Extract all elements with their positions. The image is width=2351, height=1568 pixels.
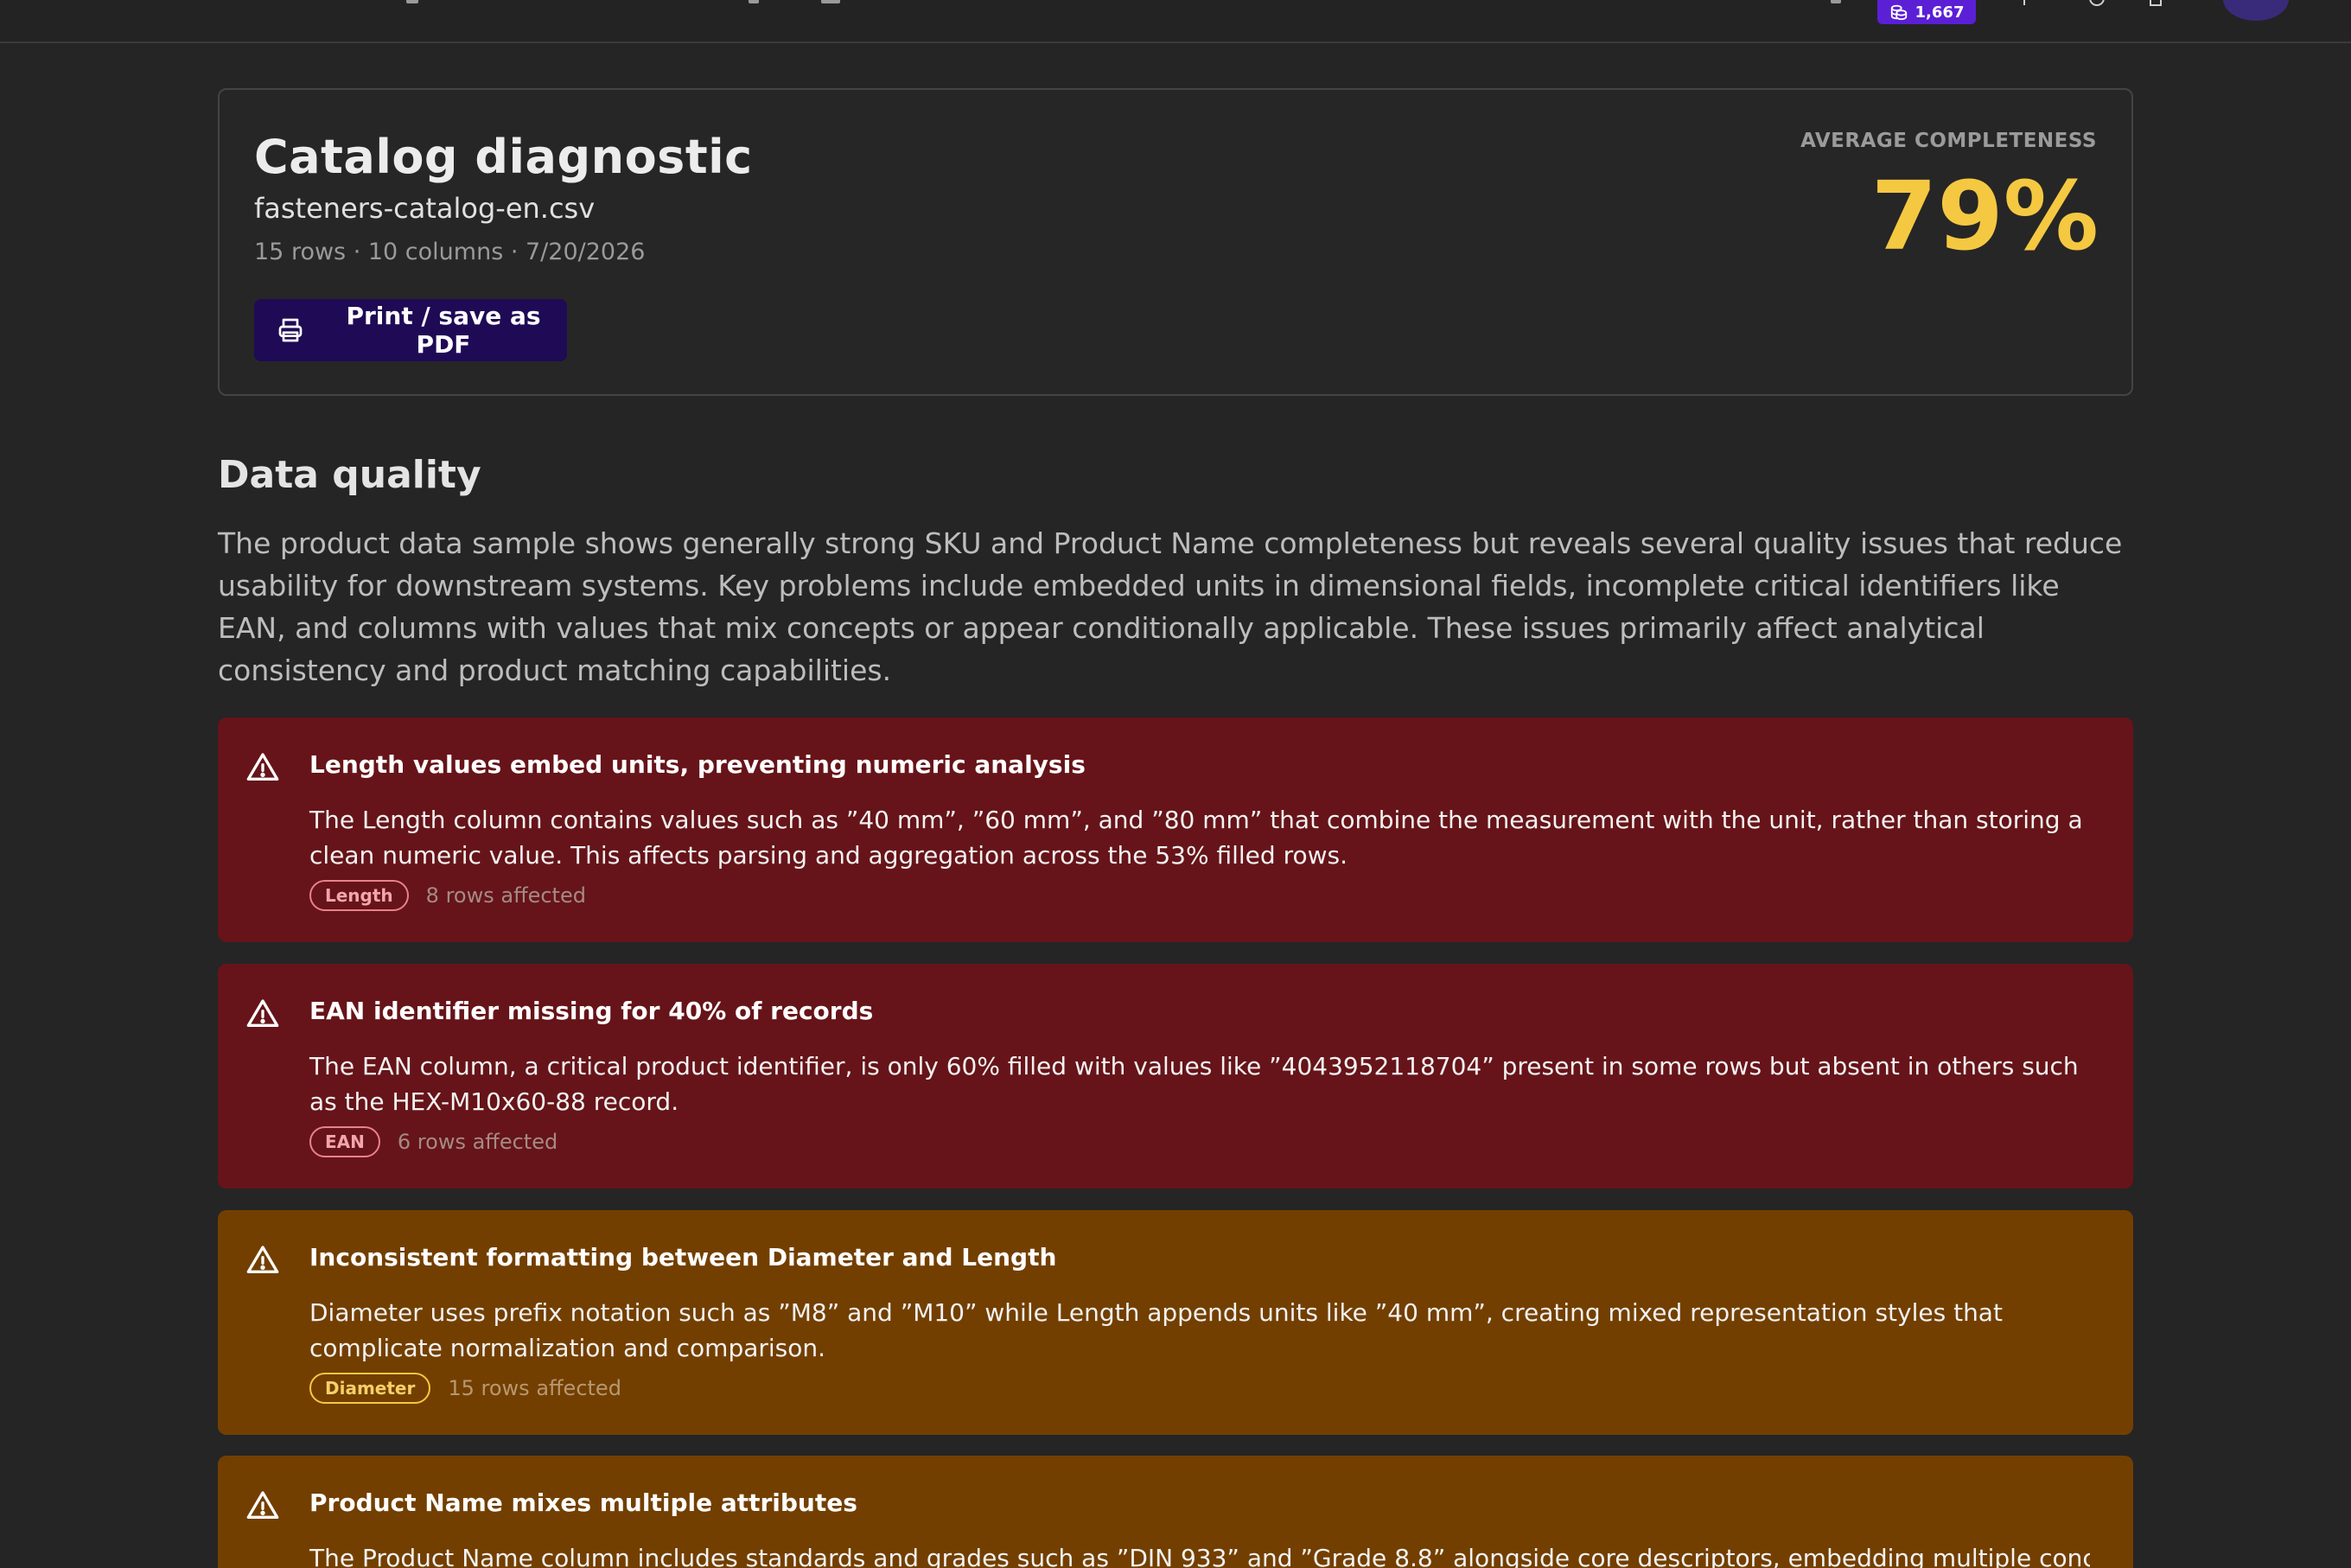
issue-title: EAN identifier missing for 40% of record…	[309, 997, 874, 1025]
column-tag[interactable]: Diameter	[309, 1373, 431, 1404]
issue-footer: EAN 6 rows affected	[309, 1126, 557, 1157]
nav-link[interactable]	[406, 0, 418, 3]
nav-link[interactable]	[1831, 0, 1841, 3]
issue-title: Product Name mixes multiple attributes	[309, 1488, 857, 1517]
top-bar: 1,667	[0, 0, 2351, 43]
rows-affected: 6 rows affected	[397, 1130, 558, 1154]
print-pdf-label: Print / save as PDF	[346, 302, 541, 359]
nav-link[interactable]	[749, 0, 759, 3]
issue-title: Length values embed units, preventing nu…	[309, 750, 1086, 779]
rows-affected: 15 rows affected	[448, 1376, 621, 1400]
rows-affected: 8 rows affected	[425, 883, 586, 908]
issue-title: Inconsistent formatting between Diameter…	[309, 1243, 1057, 1272]
print-pdf-button[interactable]: Print / save as PDF	[254, 299, 567, 361]
issue-footer: Length 8 rows affected	[309, 880, 586, 911]
report-header-card: Catalog diagnostic fasteners-catalog-en.…	[218, 88, 2133, 396]
user-avatar[interactable]	[2223, 0, 2289, 21]
warning-triangle-icon	[245, 750, 280, 785]
completeness-value: 79%	[1870, 161, 2099, 271]
column-tag[interactable]: EAN	[309, 1126, 380, 1157]
issue-footer: Diameter 15 rows affected	[309, 1373, 621, 1404]
column-tag[interactable]: Length	[309, 880, 409, 911]
warning-triangle-icon	[245, 1488, 280, 1523]
issue-card: Inconsistent formatting between Diameter…	[218, 1210, 2133, 1435]
warning-triangle-icon	[245, 997, 280, 1031]
credits-count: 1,667	[1915, 3, 1965, 22]
help-icon[interactable]	[2014, 0, 2035, 7]
section-title-data-quality: Data quality	[218, 453, 481, 497]
nav-link[interactable]	[821, 0, 840, 3]
settings-icon[interactable]	[2087, 0, 2107, 7]
printer-icon	[278, 318, 303, 342]
file-name: fasteners-catalog-en.csv	[254, 192, 596, 225]
completeness-label: AVERAGE COMPLETENESS	[1800, 130, 2097, 152]
warning-triangle-icon	[245, 1243, 280, 1278]
issue-description: The Length column contains values such a…	[309, 806, 2083, 870]
issue-description: Diameter uses prefix notation such as ”M…	[309, 1298, 2003, 1362]
issue-description: The EAN column, a critical product ident…	[309, 1052, 2079, 1116]
coins-icon	[1890, 4, 1907, 21]
file-meta: 15 rows · 10 columns · 7/20/2026	[254, 239, 646, 265]
credits-badge[interactable]: 1,667	[1877, 0, 1976, 24]
issue-card: Product Name mixes multiple attributes T…	[218, 1456, 2133, 1568]
issue-card: EAN identifier missing for 40% of record…	[218, 964, 2133, 1189]
notifications-icon[interactable]	[2145, 0, 2166, 7]
data-quality-summary: The product data sample shows generally …	[218, 526, 2123, 687]
page-title: Catalog diagnostic	[254, 130, 753, 184]
issue-card: Length values embed units, preventing nu…	[218, 717, 2133, 942]
issue-description: The Product Name column includes standar…	[309, 1544, 2090, 1568]
